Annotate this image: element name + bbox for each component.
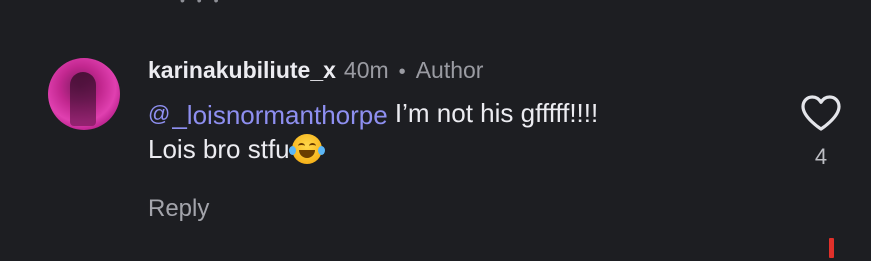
reply-button[interactable]: Reply: [148, 192, 209, 226]
author-badge: Author: [415, 57, 484, 83]
comment-text-line-1: I’m not his gfffff!!!!: [387, 98, 599, 128]
comment-text-line-2: Lois bro stfu: [148, 134, 290, 164]
threads-icon: @: [148, 101, 171, 126]
separator-dot: •: [398, 61, 406, 83]
previous-comment-fragment: • • •: [180, 0, 223, 8]
mention-link[interactable]: @ _loisnormanthorpe: [148, 98, 388, 132]
timestamp: 40m: [343, 57, 389, 83]
red-indicator: [829, 238, 834, 258]
mention-username: _loisnormanthorpe: [172, 100, 388, 130]
comment-body: @ _loisnormanthorpe I’m not his gfffff!!…: [148, 96, 788, 166]
heart-icon[interactable]: [800, 94, 842, 132]
avatar-figure: [70, 72, 96, 126]
comment-header: karinakubiliute_x 40m • Author: [148, 52, 788, 90]
laughing-emoji-icon: [288, 134, 325, 164]
comment: karinakubiliute_x 40m • Author @ _loisno…: [148, 52, 788, 166]
comment-line-1: @ _loisnormanthorpe I’m not his gfffff!!…: [148, 96, 788, 132]
comment-line-2: Lois bro stfu: [148, 132, 788, 166]
avatar[interactable]: [48, 58, 120, 130]
like-count: 4: [814, 144, 828, 169]
like-area: 4: [798, 94, 844, 170]
username[interactable]: karinakubiliute_x: [148, 52, 336, 88]
